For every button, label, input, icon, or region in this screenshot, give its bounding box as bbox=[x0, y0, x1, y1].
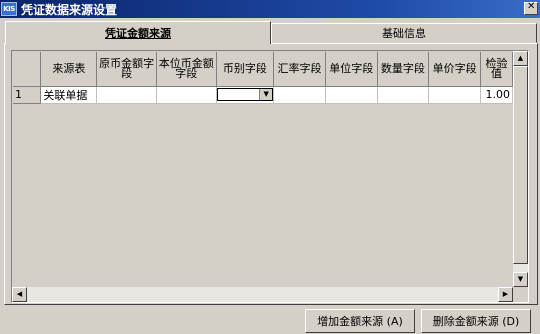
cell-check[interactable]: 1.00 bbox=[480, 86, 514, 104]
column-header-qty[interactable]: 数量字段 bbox=[377, 52, 430, 87]
column-header-source[interactable]: 来源表 bbox=[40, 52, 98, 87]
column-header-price[interactable]: 单价字段 bbox=[428, 52, 481, 87]
button-label: 增加金额来源 (A) bbox=[317, 315, 403, 328]
delete-amount-source-button[interactable]: 删除金额来源 (D) bbox=[421, 309, 531, 333]
add-amount-source-button[interactable]: 增加金额来源 (A) bbox=[305, 309, 415, 333]
scroll-down-icon[interactable]: ▼ bbox=[513, 272, 528, 287]
cell-currency[interactable]: ▼ bbox=[216, 86, 275, 104]
header-row: 来源表 原币金额字段 本位币金额字段 币别字段 汇率字段 单位字段 数量字段 单… bbox=[13, 52, 514, 87]
scroll-left-icon[interactable]: ◀ bbox=[12, 287, 27, 302]
tab-label: 凭证金额来源 bbox=[105, 27, 171, 40]
cell-source[interactable]: 关联单据 bbox=[40, 86, 98, 104]
tab-amount-source[interactable]: 凭证金额来源 bbox=[5, 21, 271, 44]
chevron-down-icon[interactable]: ▼ bbox=[259, 89, 273, 100]
currency-combo[interactable]: ▼ bbox=[216, 88, 273, 101]
title-bar: KIS 凭证数据来源设置 bbox=[0, 0, 540, 18]
vertical-scroll-thumb[interactable] bbox=[513, 66, 528, 264]
cell-base-amount[interactable] bbox=[156, 86, 217, 104]
column-header-check[interactable]: 检验值 bbox=[480, 52, 514, 87]
close-icon[interactable] bbox=[524, 1, 538, 15]
grid-table: 来源表 原币金额字段 本位币金额字段 币别字段 汇率字段 单位字段 数量字段 单… bbox=[13, 52, 514, 104]
window-title: 凭证数据来源设置 bbox=[21, 2, 118, 17]
column-header-orig-amount[interactable]: 原币金额字段 bbox=[96, 52, 157, 87]
app-icon: KIS bbox=[1, 2, 17, 16]
row-number: 1 bbox=[13, 86, 42, 104]
horizontal-scrollbar[interactable]: ◀ ▶ bbox=[12, 287, 513, 302]
cell-price[interactable] bbox=[428, 86, 481, 104]
cell-orig-amount[interactable] bbox=[96, 86, 157, 104]
scroll-up-icon[interactable]: ▲ bbox=[513, 51, 528, 66]
button-label: 删除金额来源 (D) bbox=[432, 315, 520, 328]
cell-qty[interactable] bbox=[377, 86, 430, 104]
tab-basic-info[interactable]: 基础信息 bbox=[271, 23, 537, 43]
column-header-currency[interactable]: 币别字段 bbox=[216, 52, 275, 87]
scroll-right-icon[interactable]: ▶ bbox=[498, 287, 513, 302]
column-header-rate[interactable]: 汇率字段 bbox=[273, 52, 326, 87]
column-header-unit[interactable]: 单位字段 bbox=[325, 52, 378, 87]
scrollbar-corner bbox=[513, 287, 528, 302]
cell-unit[interactable] bbox=[325, 86, 378, 104]
amount-source-grid[interactable]: 来源表 原币金额字段 本位币金额字段 币别字段 汇率字段 单位字段 数量字段 单… bbox=[11, 50, 529, 303]
table-row[interactable]: 1 关联单据 ▼ 1.00 bbox=[13, 86, 514, 104]
vertical-scrollbar[interactable]: ▲ ▼ bbox=[513, 51, 528, 287]
tab-label: 基础信息 bbox=[382, 27, 426, 40]
column-header-rownum bbox=[13, 52, 42, 87]
column-header-base-amount[interactable]: 本位币金额字段 bbox=[156, 52, 217, 87]
cell-rate[interactable] bbox=[273, 86, 326, 104]
